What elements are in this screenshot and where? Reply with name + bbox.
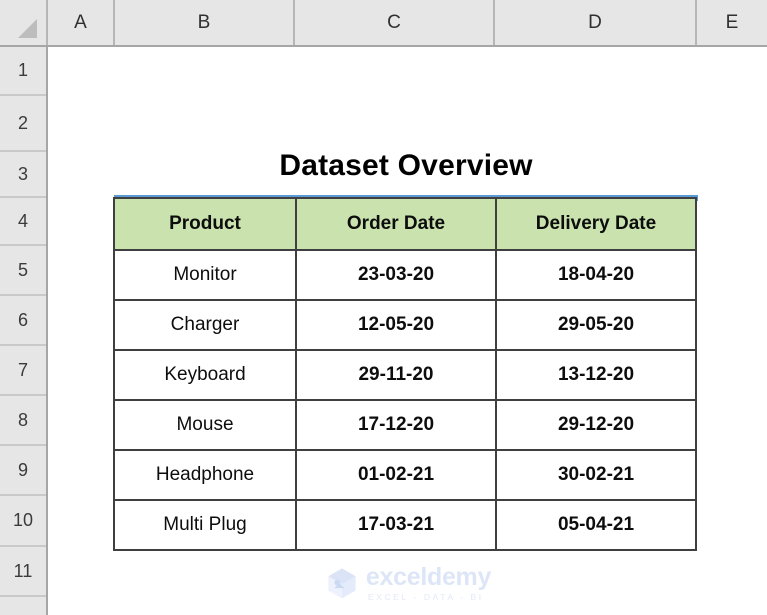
select-all-button[interactable] xyxy=(0,0,48,45)
page-title: Dataset Overview xyxy=(279,149,533,182)
cell-order-date[interactable]: 01-02-21 xyxy=(295,449,497,501)
column-header-d[interactable]: D xyxy=(495,0,697,45)
column-header-a[interactable]: A xyxy=(48,0,115,45)
cell-grid-area[interactable]: Dataset Overview Product Order Date Deli… xyxy=(50,49,767,615)
row-header-11[interactable]: 11 xyxy=(0,547,46,597)
exceldemy-cube-logo-icon xyxy=(328,568,356,599)
cell-product[interactable]: Monitor xyxy=(113,249,297,301)
row-header-8[interactable]: 8 xyxy=(0,396,46,446)
table-row[interactable]: Multi Plug 17-03-21 05-04-21 xyxy=(113,499,697,551)
table-row[interactable]: Mouse 17-12-20 29-12-20 xyxy=(113,399,697,451)
cell-product[interactable]: Headphone xyxy=(113,449,297,501)
column-header-e[interactable]: E xyxy=(697,0,767,45)
cell-product[interactable]: Keyboard xyxy=(113,349,297,401)
column-header-c[interactable]: C xyxy=(295,0,495,45)
exceldemy-watermark: exceldemy EXCEL - DATA - BI xyxy=(308,561,508,605)
cell-delivery-date[interactable]: 18-04-20 xyxy=(495,249,697,301)
row-header-9[interactable]: 9 xyxy=(0,446,46,496)
row-header-10[interactable]: 10 xyxy=(0,496,46,547)
row-header-3[interactable]: 3 xyxy=(0,152,46,198)
row-header-partial[interactable] xyxy=(0,597,46,615)
cell-delivery-date[interactable]: 05-04-21 xyxy=(495,499,697,551)
cell-delivery-date[interactable]: 29-05-20 xyxy=(495,299,697,351)
table-header-row: Product Order Date Delivery Date xyxy=(113,197,697,251)
row-header-1[interactable]: 1 xyxy=(0,47,46,96)
table-row[interactable]: Monitor 23-03-20 18-04-20 xyxy=(113,249,697,301)
column-header-b[interactable]: B xyxy=(115,0,295,45)
row-header-4[interactable]: 4 xyxy=(0,198,46,246)
cell-order-date[interactable]: 29-11-20 xyxy=(295,349,497,401)
cell-order-date[interactable]: 17-03-21 xyxy=(295,499,497,551)
spreadsheet-canvas: Dataset Overview Product Order Date Deli… xyxy=(0,0,767,615)
watermark-text: exceldemy EXCEL - DATA - BI xyxy=(365,562,492,602)
row-header-6[interactable]: 6 xyxy=(0,296,46,346)
column-header-strip: A B C D E xyxy=(0,0,767,47)
watermark-brand-name: exceldemy xyxy=(365,562,492,591)
cell-order-date[interactable]: 17-12-20 xyxy=(295,399,497,451)
dataset-table[interactable]: Product Order Date Delivery Date Monitor… xyxy=(113,197,697,551)
column-header-delivery-date[interactable]: Delivery Date xyxy=(495,197,697,251)
cell-delivery-date[interactable]: 29-12-20 xyxy=(495,399,697,451)
column-header-order-date[interactable]: Order Date xyxy=(295,197,497,251)
column-header-product[interactable]: Product xyxy=(113,197,297,251)
watermark-tagline: EXCEL - DATA - BI xyxy=(367,591,484,602)
table-row[interactable]: Charger 12-05-20 29-05-20 xyxy=(113,299,697,351)
table-row[interactable]: Headphone 01-02-21 30-02-21 xyxy=(113,449,697,501)
row-header-7[interactable]: 7 xyxy=(0,346,46,396)
cell-order-date[interactable]: 23-03-20 xyxy=(295,249,497,301)
cell-order-date[interactable]: 12-05-20 xyxy=(295,299,497,351)
cell-product[interactable]: Mouse xyxy=(113,399,297,451)
table-row[interactable]: Keyboard 29-11-20 13-12-20 xyxy=(113,349,697,401)
row-header-5[interactable]: 5 xyxy=(0,246,46,296)
title-block: Dataset Overview xyxy=(114,101,698,201)
cell-product[interactable]: Charger xyxy=(113,299,297,351)
cell-delivery-date[interactable]: 13-12-20 xyxy=(495,349,697,401)
row-header-strip: 1 2 3 4 5 6 7 8 9 10 11 xyxy=(0,47,48,615)
row-header-2[interactable]: 2 xyxy=(0,96,46,152)
cell-delivery-date[interactable]: 30-02-21 xyxy=(495,449,697,501)
select-all-triangle-icon xyxy=(18,19,37,38)
cell-product[interactable]: Multi Plug xyxy=(113,499,297,551)
